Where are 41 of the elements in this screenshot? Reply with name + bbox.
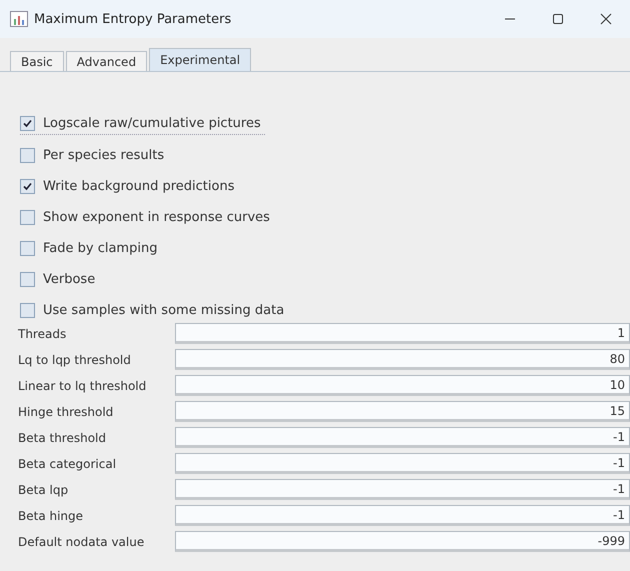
- field-label: Hinge threshold: [18, 404, 114, 421]
- input-field[interactable]: -1: [175, 505, 630, 526]
- field-label: Beta hinge: [18, 508, 84, 525]
- checkbox-label: Per species results: [43, 148, 164, 162]
- checkbox-label: Logscale raw/cumulative pictures: [43, 116, 261, 130]
- checkbox-label: Fade by clamping: [43, 240, 158, 256]
- field-label: Linear to lq threshold: [18, 378, 148, 395]
- field-label: Lq to lqp threshold: [18, 352, 132, 369]
- maximize-icon: [552, 13, 564, 25]
- input-field[interactable]: -1: [175, 427, 630, 448]
- input-field[interactable]: 15: [175, 401, 630, 422]
- input-field[interactable]: -1: [175, 453, 630, 474]
- tab[interactable]: Experimental: [149, 48, 252, 71]
- window-title: Maximum Entropy Parameters: [34, 12, 232, 26]
- field-label: Beta categorical: [18, 456, 118, 473]
- checkbox-label: Show exponent in response curves: [43, 210, 270, 224]
- checkbox[interactable]: [20, 210, 35, 224]
- checkbox-label: Use samples with some missing data: [43, 302, 284, 318]
- input-field[interactable]: -1: [175, 479, 630, 500]
- input-field[interactable]: 1: [175, 323, 630, 344]
- checkbox-label: Verbose: [43, 272, 96, 286]
- input-field[interactable]: 80: [175, 349, 630, 370]
- field-label: Default nodata value: [18, 534, 146, 551]
- checkmark-icon: [23, 118, 32, 128]
- checkbox[interactable]: [20, 116, 35, 130]
- close-icon: [600, 13, 612, 25]
- tab[interactable]: Basic: [10, 51, 64, 71]
- checkmark-icon: [23, 182, 32, 190]
- checkbox[interactable]: [20, 240, 35, 256]
- input-field[interactable]: 10: [175, 375, 630, 396]
- checkbox[interactable]: [20, 148, 35, 162]
- checkbox[interactable]: [20, 178, 35, 194]
- checkbox-label: Write background predictions: [43, 178, 234, 194]
- checkbox[interactable]: [20, 272, 35, 286]
- field-label: Threads: [18, 326, 68, 343]
- input-field[interactable]: -999: [175, 531, 630, 552]
- app-icon: [10, 11, 28, 27]
- field-label: Beta threshold: [18, 430, 108, 447]
- field-label: Beta lqp: [18, 482, 70, 499]
- checkbox[interactable]: [20, 302, 35, 318]
- tab[interactable]: Advanced: [66, 51, 148, 71]
